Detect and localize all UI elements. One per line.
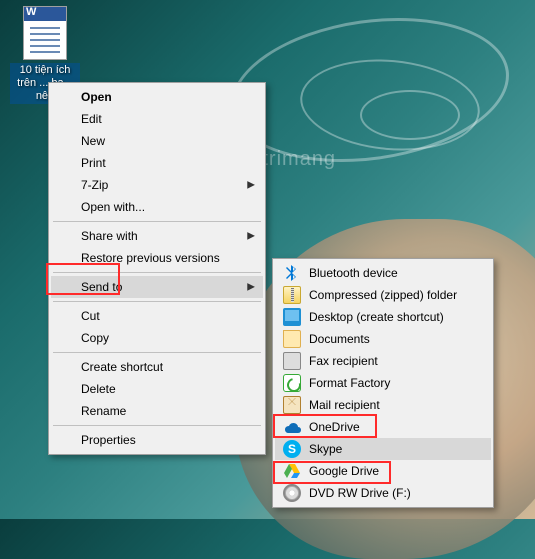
chevron-right-icon: ▶	[247, 231, 255, 242]
menu-create-shortcut[interactable]: Create shortcut	[51, 356, 263, 378]
sendto-compressed[interactable]: Compressed (zipped) folder	[275, 284, 491, 306]
fax-icon	[283, 352, 301, 370]
menu-restore-versions[interactable]: Restore previous versions	[51, 247, 263, 269]
menu-share-with[interactable]: Share with▶	[51, 225, 263, 247]
sendto-submenu: Bluetooth device Compressed (zipped) fol…	[272, 258, 494, 508]
sendto-google-drive[interactable]: Google Drive	[275, 460, 491, 482]
sendto-onedrive[interactable]: OneDrive	[275, 416, 491, 438]
zip-folder-icon	[283, 286, 301, 304]
menu-delete[interactable]: Delete	[51, 378, 263, 400]
bluetooth-icon	[283, 264, 301, 282]
menu-copy[interactable]: Copy	[51, 327, 263, 349]
skype-icon: S	[283, 440, 301, 458]
sendto-desktop[interactable]: Desktop (create shortcut)	[275, 306, 491, 328]
chevron-right-icon: ▶	[247, 180, 255, 191]
menu-edit[interactable]: Edit	[51, 108, 263, 130]
dvd-drive-icon	[283, 484, 301, 502]
context-menu: Open Edit New Print 7-Zip▶ Open with... …	[48, 82, 266, 455]
mail-icon	[283, 396, 301, 414]
separator	[53, 272, 261, 273]
menu-open[interactable]: Open	[51, 86, 263, 108]
sendto-fax[interactable]: Fax recipient	[275, 350, 491, 372]
menu-print[interactable]: Print	[51, 152, 263, 174]
word-document-icon: W	[23, 6, 67, 60]
google-drive-icon	[283, 462, 301, 480]
chevron-right-icon: ▶	[247, 282, 255, 293]
separator	[53, 301, 261, 302]
menu-new[interactable]: New	[51, 130, 263, 152]
menu-properties[interactable]: Properties	[51, 429, 263, 451]
sendto-documents[interactable]: Documents	[275, 328, 491, 350]
menu-cut[interactable]: Cut	[51, 305, 263, 327]
sendto-mail[interactable]: Mail recipient	[275, 394, 491, 416]
separator	[53, 352, 261, 353]
menu-rename[interactable]: Rename	[51, 400, 263, 422]
menu-open-with[interactable]: Open with...	[51, 196, 263, 218]
documents-folder-icon	[283, 330, 301, 348]
sendto-format-factory[interactable]: Format Factory	[275, 372, 491, 394]
separator	[53, 221, 261, 222]
sendto-skype[interactable]: S Skype	[275, 438, 491, 460]
sendto-dvd[interactable]: DVD RW Drive (F:)	[275, 482, 491, 504]
sendto-bluetooth[interactable]: Bluetooth device	[275, 262, 491, 284]
format-factory-icon	[283, 374, 301, 392]
desktop-icon	[283, 308, 301, 326]
onedrive-icon	[283, 418, 301, 436]
menu-send-to[interactable]: Send to▶	[51, 276, 263, 298]
menu-7zip[interactable]: 7-Zip▶	[51, 174, 263, 196]
separator	[53, 425, 261, 426]
